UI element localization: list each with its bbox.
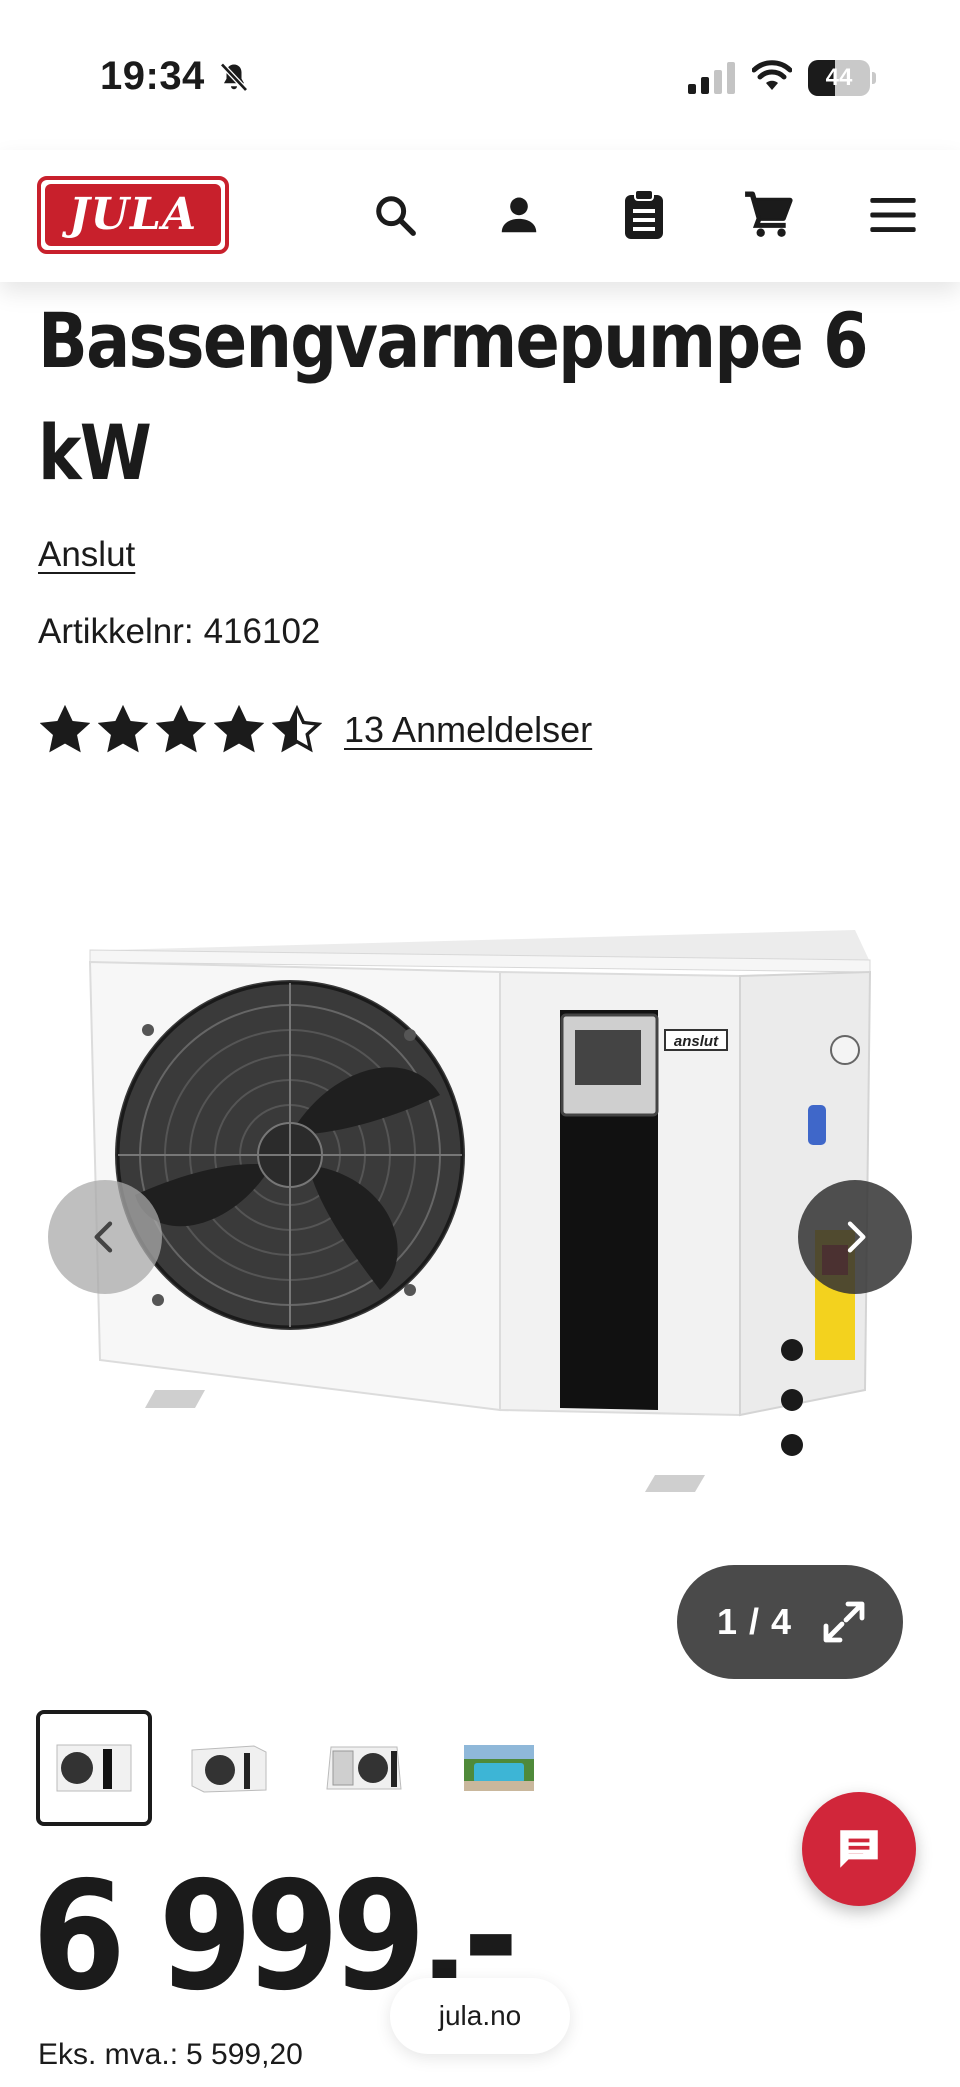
account-icon[interactable] (490, 186, 548, 244)
chat-icon (840, 1830, 878, 1868)
article-number: Artikkelnr: 416102 (38, 612, 320, 652)
ex-vat-value: 5 599,20 (186, 2038, 303, 2071)
price-ex-vat: Eks. mva.: 5 599,20 (38, 2038, 303, 2072)
clipboard-icon[interactable] (615, 186, 673, 244)
cart-icon[interactable] (739, 186, 797, 244)
chevron-left-icon (94, 1221, 113, 1253)
star-full-icon (214, 705, 264, 753)
browser-url: jula.no (438, 2000, 522, 2031)
rating[interactable]: 13 Anmeldelser (40, 700, 592, 760)
previous-image-button[interactable] (48, 1180, 162, 1294)
thumbnail-heat-pump-angle[interactable] (171, 1710, 287, 1826)
search-icon[interactable] (366, 186, 424, 244)
menu-icon[interactable] (864, 186, 922, 244)
image-counter: 1 / 4 (717, 1601, 793, 1642)
star-half-icon (272, 705, 322, 753)
product-title: Bassengvarmepumpe 6 kW (38, 296, 869, 497)
article-number-label: Artikkelnr: (38, 612, 194, 651)
status-time: 19:34 (100, 54, 205, 98)
star-full-icon (156, 705, 206, 753)
star-full-icon (98, 705, 148, 753)
product-image[interactable]: anslut (80, 930, 890, 1530)
wifi-icon (752, 60, 792, 90)
image-brand-label: anslut (674, 1033, 719, 1050)
jula-logo[interactable]: JULA (37, 176, 229, 254)
status-bar: 19:34 44 (0, 0, 960, 150)
logo-text: JULA (68, 189, 198, 240)
reviews-link[interactable]: 13 Anmeldelser (344, 709, 592, 751)
site-header: JULA (0, 150, 960, 282)
thumbnail-heat-pump-back[interactable] (306, 1710, 422, 1826)
image-counter-button[interactable]: 1 / 4 (677, 1565, 903, 1679)
article-number-value: 416102 (203, 612, 321, 651)
thumbnail-heat-pump-front[interactable] (36, 1710, 152, 1826)
thumbnail-pool-photo[interactable] (441, 1710, 557, 1826)
bell-slash-icon (220, 62, 248, 92)
brand-link[interactable]: Anslut (38, 535, 135, 575)
next-image-button[interactable] (798, 1180, 912, 1294)
star-full-icon (40, 705, 90, 753)
battery-level: 44 (825, 64, 853, 91)
chat-button[interactable] (802, 1792, 916, 1906)
signal-icon (688, 62, 735, 94)
expand-icon (823, 1601, 865, 1643)
star-rating (40, 705, 322, 755)
browser-url-bar[interactable]: jula.no (390, 1978, 570, 2054)
chevron-right-icon (847, 1221, 866, 1253)
ex-vat-label: Eks. mva.: (38, 2038, 179, 2071)
battery-icon: 44 (808, 60, 876, 96)
